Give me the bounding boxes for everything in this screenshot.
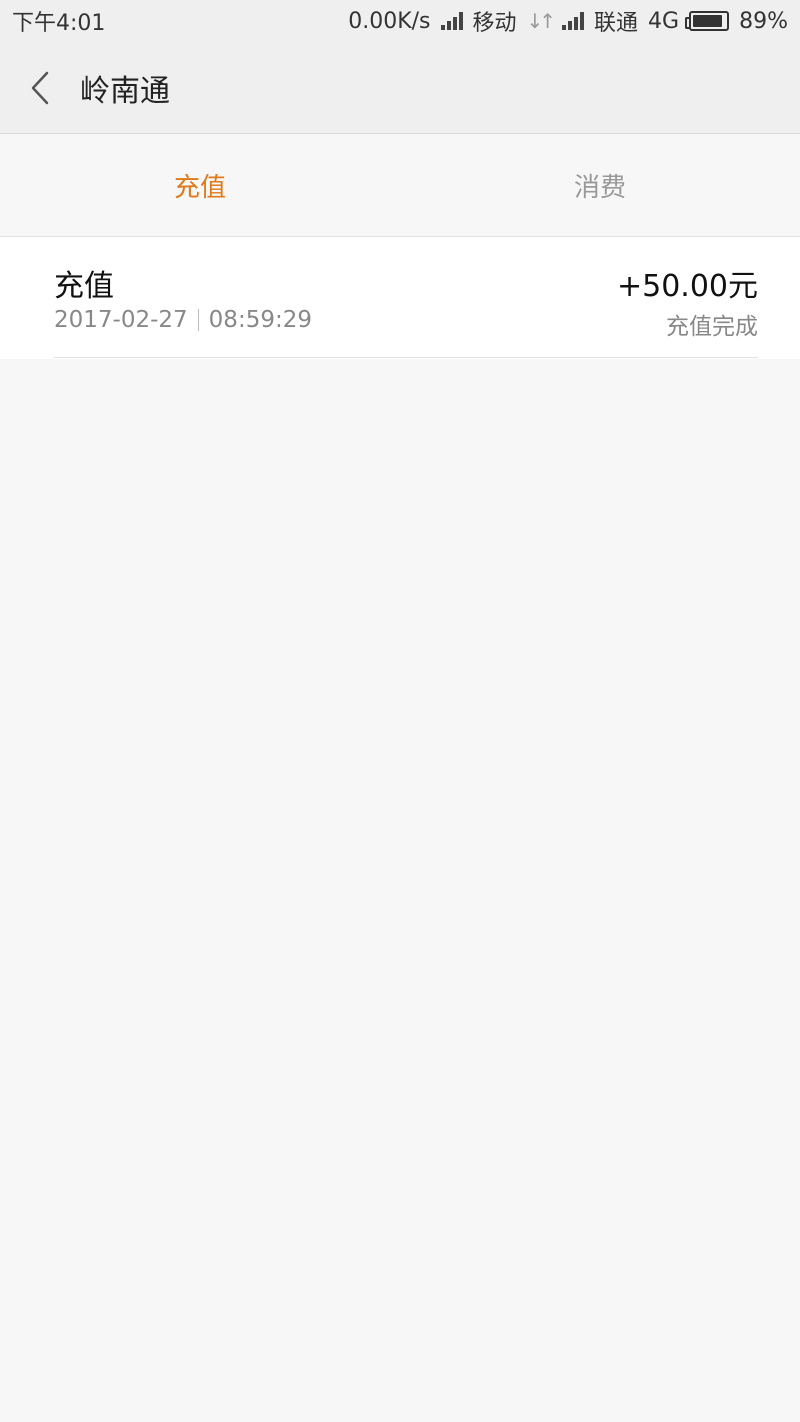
divider [197, 309, 199, 331]
data-transfer-icon: ↓↑ [526, 9, 556, 33]
status-time: 下午4:01 [12, 11, 106, 36]
battery-icon [685, 11, 730, 31]
network-speed: 0.00K/s [348, 8, 431, 34]
page-title: 岭南通 [80, 73, 170, 109]
app-header: 岭南通 [0, 42, 800, 134]
signal-strength-icon-2 [562, 12, 585, 30]
carrier-1: 移动 [472, 11, 517, 36]
record-date: 2017-02-27 [54, 307, 188, 333]
record-title: 充值 [54, 269, 114, 304]
list-item[interactable]: 充值 2017-02-27 08:59:29 +50.00元 充值完成 [54, 237, 758, 358]
record-list: 充值 2017-02-27 08:59:29 +50.00元 充值完成 [0, 237, 800, 359]
status-indicators: 0.00K/s 移动 ↓↑ 联通 4G 89% [348, 5, 788, 37]
battery-percent: 89% [739, 8, 788, 34]
record-time: 08:59:29 [208, 307, 312, 333]
record-amount: +50.00元 [616, 269, 758, 304]
network-type: 4G [648, 8, 680, 34]
carrier-2: 联通 [594, 11, 639, 36]
tab-recharge[interactable]: 充值 [0, 135, 400, 236]
status-bar: 下午4:01 0.00K/s 移动 ↓↑ 联通 4G 89% [0, 0, 800, 42]
signal-strength-icon [440, 12, 463, 30]
tab-bar: 充值 消费 [0, 135, 800, 237]
record-status: 充值完成 [666, 314, 758, 340]
tab-consumption[interactable]: 消费 [400, 135, 800, 236]
battery-fill [693, 15, 722, 27]
record-datetime: 2017-02-27 08:59:29 [54, 307, 312, 333]
chevron-left-icon [31, 71, 49, 104]
back-button[interactable] [0, 42, 80, 134]
